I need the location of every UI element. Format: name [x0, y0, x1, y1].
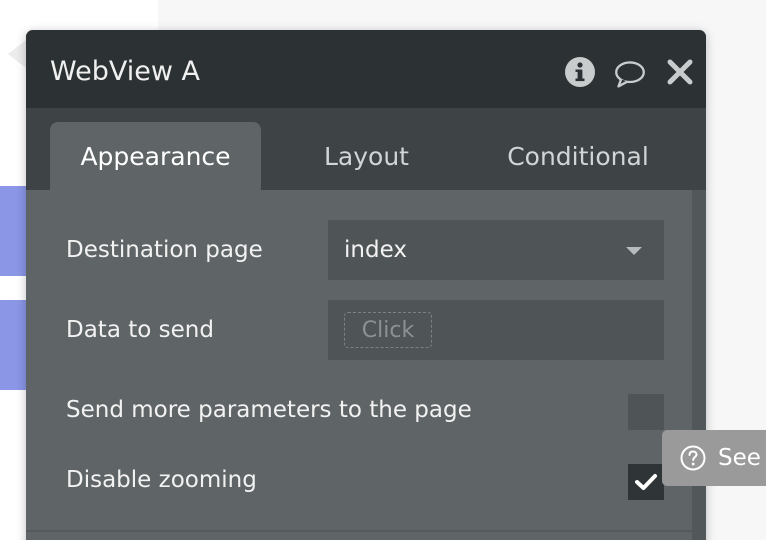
destination-page-label: Destination page — [66, 237, 263, 263]
disable-zooming-checkbox[interactable] — [628, 464, 664, 500]
tab-appearance[interactable]: Appearance — [50, 122, 261, 190]
panel-scrollbar[interactable] — [692, 190, 706, 540]
panel-header: WebView A — [26, 30, 706, 108]
destination-page-dropdown[interactable]: index — [328, 220, 664, 280]
send-more-parameters-label: Send more parameters to the page — [66, 397, 472, 423]
panel-title: WebView A — [50, 56, 200, 87]
data-to-send-field: Click — [328, 300, 664, 360]
send-more-parameters-checkbox[interactable] — [628, 394, 664, 430]
comment-icon[interactable] — [614, 58, 646, 90]
disable-zooming-label: Disable zooming — [66, 467, 257, 493]
tab-layout[interactable]: Layout — [294, 122, 439, 190]
click-expression-button[interactable]: Click — [344, 312, 432, 348]
tab-bar: Appearance Layout Conditional — [26, 108, 706, 190]
see-reference-button[interactable]: See — [662, 430, 766, 486]
property-editor-panel: WebView A Appearance Layout Conditional … — [26, 30, 706, 540]
data-to-send-label: Data to send — [66, 317, 214, 343]
destination-page-value: index — [344, 237, 407, 263]
see-button-label: See — [718, 445, 761, 471]
checkmark-icon — [635, 474, 657, 490]
close-icon[interactable] — [664, 56, 696, 88]
canvas-pointer-shape — [8, 40, 26, 68]
tab-conditional[interactable]: Conditional — [478, 122, 678, 190]
info-icon[interactable] — [564, 56, 596, 88]
chevron-down-icon — [626, 247, 642, 255]
question-circle-icon — [680, 445, 706, 471]
section-divider — [26, 530, 692, 532]
